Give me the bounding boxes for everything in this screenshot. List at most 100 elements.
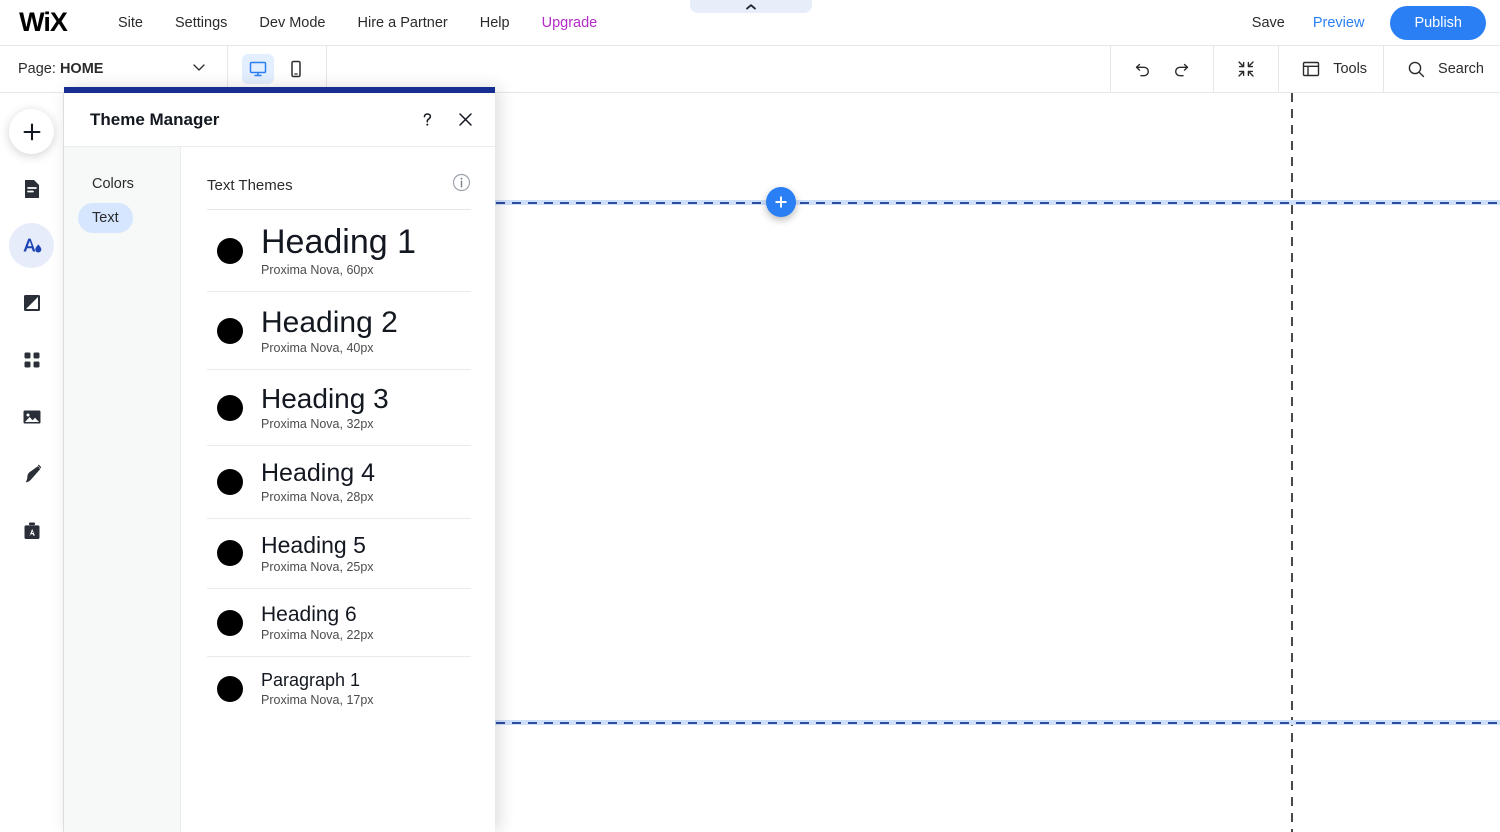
topnav-site[interactable]: Site: [102, 9, 159, 37]
plus-icon: [775, 196, 787, 208]
wix-editor-window: WiX Site Settings Dev Mode Hire a Partner He…: [0, 0, 1500, 832]
search-button[interactable]: Search: [1383, 45, 1500, 93]
collapse-editor-tab[interactable]: [690, 0, 812, 13]
image-icon: [23, 410, 40, 423]
toolbar-right-group: Tools Search: [1110, 45, 1500, 93]
top-bar-actions: Save Preview Publish: [1238, 5, 1500, 40]
chevron-down-icon: [191, 59, 207, 80]
theme-font-meta: Proxima Nova, 40px: [261, 341, 374, 356]
tools-button[interactable]: Tools: [1278, 45, 1383, 93]
text-theme-row[interactable]: Paragraph 1 Proxima Nova, 17px: [207, 657, 471, 721]
theme-manager-panel: Theme Manager Colors Text Text Themes He…: [64, 87, 495, 832]
desktop-view-button[interactable]: [242, 54, 274, 84]
close-panel-button[interactable]: [453, 108, 477, 132]
top-nav-menu: Site Settings Dev Mode Hire a Partner Help Up…: [102, 9, 613, 37]
save-button[interactable]: Save: [1238, 9, 1299, 37]
theme-font-meta: Proxima Nova, 60px: [261, 263, 374, 278]
panel-nav-item-wrap: Colors: [64, 169, 180, 203]
theme-font-meta: Proxima Nova, 17px: [261, 692, 374, 707]
theme-text-group: Heading 6 Proxima Nova, 22px: [261, 603, 374, 642]
theme-sample-text: Heading 2: [261, 306, 398, 340]
theme-sample-text: Paragraph 1: [261, 670, 361, 691]
info-icon[interactable]: [452, 173, 471, 197]
theme-font-meta: Proxima Nova, 22px: [261, 628, 374, 643]
question-mark-icon: [423, 113, 431, 126]
topnav-help[interactable]: Help: [464, 9, 526, 37]
plus-icon: [23, 123, 40, 140]
panel-body: Colors Text Text Themes Heading 1 Proxima …: [64, 147, 495, 832]
undo-button[interactable]: [1127, 53, 1159, 85]
text-theme-row[interactable]: Heading 2 Proxima Nova, 40px: [207, 292, 471, 371]
text-theme-row[interactable]: Heading 6 Proxima Nova, 22px: [207, 589, 471, 658]
wix-logo[interactable]: WiX: [12, 7, 74, 37]
panel-nav-colors[interactable]: Colors: [78, 169, 148, 199]
media-button[interactable]: [9, 394, 54, 439]
topnav-upgrade[interactable]: Upgrade: [526, 9, 614, 37]
search-label: Search: [1438, 61, 1484, 77]
background-button[interactable]: [9, 280, 54, 325]
briefcase-a-icon: [24, 522, 39, 539]
desktop-icon: [249, 61, 267, 77]
theme-color-swatch[interactable]: [217, 468, 243, 495]
mobile-view-button[interactable]: [280, 54, 312, 84]
theme-color-swatch[interactable]: [217, 394, 243, 421]
theme-manager-button[interactable]: [9, 223, 54, 268]
pages-menu-button[interactable]: [9, 166, 54, 211]
theme-icon: [23, 238, 41, 252]
blog-button[interactable]: [9, 451, 54, 496]
theme-color-swatch[interactable]: [217, 540, 243, 567]
theme-text-group: Heading 3 Proxima Nova, 32px: [261, 383, 389, 432]
help-button[interactable]: [415, 108, 439, 132]
undo-icon: [1135, 63, 1150, 77]
theme-sample-text: Heading 5: [261, 531, 366, 558]
topnav-settings[interactable]: Settings: [159, 9, 243, 37]
zoom-out-icon: [1238, 61, 1254, 77]
history-group: [1110, 45, 1213, 93]
theme-color-swatch[interactable]: [217, 317, 243, 344]
panel-title: Theme Manager: [90, 109, 220, 129]
panel-nav-item-wrap: Text: [64, 203, 180, 237]
theme-sample-text: Heading 4: [261, 459, 375, 488]
theme-text-group: Paragraph 1 Proxima Nova, 17px: [261, 670, 374, 707]
text-theme-row[interactable]: Heading 3 Proxima Nova, 32px: [207, 370, 471, 447]
topnav-dev-mode[interactable]: Dev Mode: [243, 9, 341, 37]
apps-grid-icon: [24, 352, 39, 367]
theme-color-swatch[interactable]: [217, 609, 243, 636]
text-theme-row[interactable]: Heading 4 Proxima Nova, 28px: [207, 446, 471, 519]
theme-text-group: Heading 2 Proxima Nova, 40px: [261, 306, 398, 355]
topnav-hire-a-partner[interactable]: Hire a Partner: [342, 9, 464, 37]
panel-nav: Colors Text: [64, 147, 181, 832]
theme-sample-text: Heading 6: [261, 602, 357, 626]
page-selector-label: Page: HOME: [18, 61, 104, 77]
tools-label: Tools: [1333, 61, 1368, 77]
left-tool-rail: [0, 93, 64, 832]
theme-font-meta: Proxima Nova, 25px: [261, 559, 374, 574]
chevron-up-icon: [746, 3, 756, 9]
text-theme-row[interactable]: Heading 5 Proxima Nova, 25px: [207, 519, 471, 589]
redo-button[interactable]: [1165, 53, 1197, 85]
add-section-button[interactable]: [766, 187, 796, 217]
page-selector[interactable]: Page: HOME: [0, 45, 228, 93]
page-icon: [24, 179, 39, 198]
text-themes-list: Heading 1 Proxima Nova, 60px Heading 2 Prox…: [207, 210, 471, 721]
publish-button[interactable]: Publish: [1390, 5, 1486, 40]
preview-button[interactable]: Preview: [1299, 9, 1379, 37]
add-elements-button[interactable]: [9, 109, 54, 154]
text-theme-row[interactable]: Heading 1 Proxima Nova, 60px: [207, 210, 471, 293]
panel-content: Text Themes Heading 1 Proxima Nova, 60px H…: [181, 147, 495, 832]
zoom-out-button[interactable]: [1213, 45, 1278, 93]
panel-nav-text[interactable]: Text: [78, 203, 133, 233]
theme-color-swatch[interactable]: [217, 237, 243, 264]
section-title: Text Themes: [207, 176, 293, 194]
apps-button[interactable]: [9, 337, 54, 382]
theme-sample-text: Heading 3: [261, 383, 389, 415]
tools-icon-wrap: [1295, 53, 1327, 85]
theme-font-meta: Proxima Nova, 28px: [261, 489, 374, 504]
redo-icon: [1175, 63, 1189, 77]
text-themes-header: Text Themes: [207, 147, 471, 210]
search-icon-wrap: [1400, 53, 1432, 85]
business-tools-button[interactable]: [9, 508, 54, 553]
theme-color-swatch[interactable]: [217, 675, 243, 702]
background-icon: [23, 294, 40, 311]
panel-header: Theme Manager: [64, 93, 495, 147]
